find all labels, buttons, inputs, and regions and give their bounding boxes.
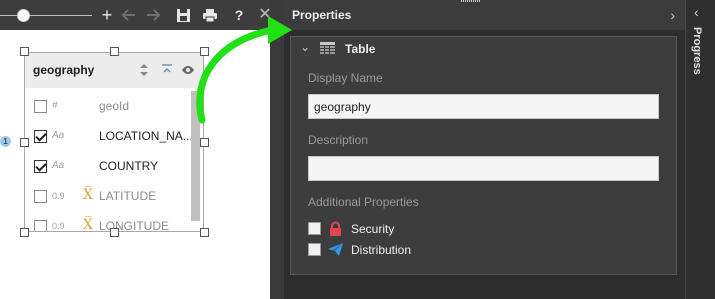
resize-handle-nw[interactable]	[20, 47, 29, 56]
table-card-header[interactable]: geography	[25, 53, 203, 88]
display-name-label: Display Name	[308, 71, 383, 85]
paper-plane-icon	[328, 243, 343, 256]
resize-handle-s[interactable]	[110, 228, 119, 237]
table-properties-section: ⌄ Table Display Name Description Additio…	[290, 36, 677, 275]
progress-tab-label[interactable]: Progress	[691, 27, 703, 75]
field-row-country[interactable]: Aa COUNTRY	[25, 151, 191, 181]
field-checkbox[interactable]	[34, 220, 47, 231]
section-title: Table	[345, 42, 376, 56]
table-card-title: geography	[33, 63, 95, 77]
table-card[interactable]: geography # geoId Aa LOCATION_NA... Aa C…	[24, 52, 204, 232]
field-checkbox[interactable]	[34, 160, 47, 173]
design-canvas[interactable]: + ? ✕ geography # geoId Aa LOCATION_NA..…	[0, 0, 272, 299]
distribution-checkbox[interactable]	[308, 243, 321, 256]
zoom-slider-track[interactable]	[0, 15, 92, 16]
aggregate-icon: X̅	[83, 187, 93, 203]
description-input[interactable]	[308, 156, 659, 181]
collapse-icon[interactable]	[160, 63, 174, 77]
field-checkbox[interactable]	[34, 130, 47, 143]
eye-icon[interactable]	[181, 63, 195, 77]
field-name: COUNTRY	[99, 159, 159, 173]
field-type-number: #	[52, 100, 58, 111]
properties-panel: Properties › ⌄ Table Display Name Descri…	[284, 0, 685, 299]
help-icon[interactable]: ?	[228, 4, 250, 26]
app-root: + ? ✕ geography # geoId Aa LOCATION_NA..…	[0, 0, 715, 299]
field-type-text: Aa	[52, 160, 65, 171]
resize-handle-sw[interactable]	[20, 228, 29, 237]
resize-handle-e[interactable]	[200, 138, 209, 147]
panel-splitter[interactable]	[270, 0, 284, 299]
resize-handle-n[interactable]	[110, 47, 119, 56]
chevron-down-icon[interactable]: ⌄	[300, 40, 310, 54]
field-type-decimal: 0.9	[52, 191, 65, 201]
lock-icon	[330, 221, 341, 236]
security-label: Security	[351, 222, 395, 236]
undo-icon[interactable]	[117, 4, 139, 26]
field-type-decimal: 0.9	[52, 221, 65, 231]
aggregate-icon: X̅	[83, 217, 93, 232]
properties-title: Properties	[292, 8, 352, 22]
security-checkbox[interactable]	[308, 222, 321, 235]
redo-icon[interactable]	[143, 4, 165, 26]
security-option[interactable]: Security	[308, 221, 508, 237]
drag-grip[interactable]	[461, 0, 481, 2]
save-icon[interactable]	[172, 4, 194, 26]
canvas-toolbar: + ? ✕	[0, 0, 272, 30]
display-name-input[interactable]	[308, 94, 659, 119]
sort-icon[interactable]	[137, 63, 151, 77]
properties-header: Properties ›	[284, 0, 685, 30]
resize-handle-se[interactable]	[200, 228, 209, 237]
distribution-option[interactable]: Distribution	[308, 242, 508, 258]
field-row-location-name[interactable]: Aa LOCATION_NA...	[25, 121, 193, 151]
table-card-scrollbar[interactable]	[191, 91, 200, 221]
field-type-text: Aa	[52, 130, 65, 141]
section-header[interactable]: ⌄ Table	[291, 37, 676, 61]
field-checkbox[interactable]	[34, 100, 47, 113]
field-name: LOCATION_NA...	[99, 129, 193, 143]
zoom-slider-thumb[interactable]	[17, 9, 30, 22]
table-grid-icon	[320, 42, 335, 54]
resize-handle-ne[interactable]	[200, 47, 209, 56]
field-row-geoid[interactable]: # geoId	[25, 91, 191, 121]
progress-rail[interactable]: ‹ Progress	[685, 0, 715, 299]
field-row-longitude[interactable]: 0.9 X̅ LONGITUDE	[25, 211, 191, 232]
distribution-label: Distribution	[351, 243, 412, 257]
field-name: geoId	[99, 99, 130, 113]
description-label: Description	[308, 133, 369, 147]
field-name: LATITUDE	[99, 189, 157, 203]
field-row-latitude[interactable]: 0.9 X̅ LATITUDE	[25, 181, 191, 211]
field-checkbox[interactable]	[34, 190, 47, 203]
resize-handle-w[interactable]	[20, 138, 29, 147]
join-count-badge[interactable]: 1	[0, 136, 11, 147]
chevron-right-icon[interactable]: ›	[670, 7, 675, 23]
print-icon[interactable]	[199, 4, 221, 26]
plus-icon[interactable]: +	[96, 4, 118, 26]
chevron-left-icon[interactable]: ‹	[694, 4, 699, 20]
additional-properties-label: Additional Properties	[308, 195, 419, 209]
